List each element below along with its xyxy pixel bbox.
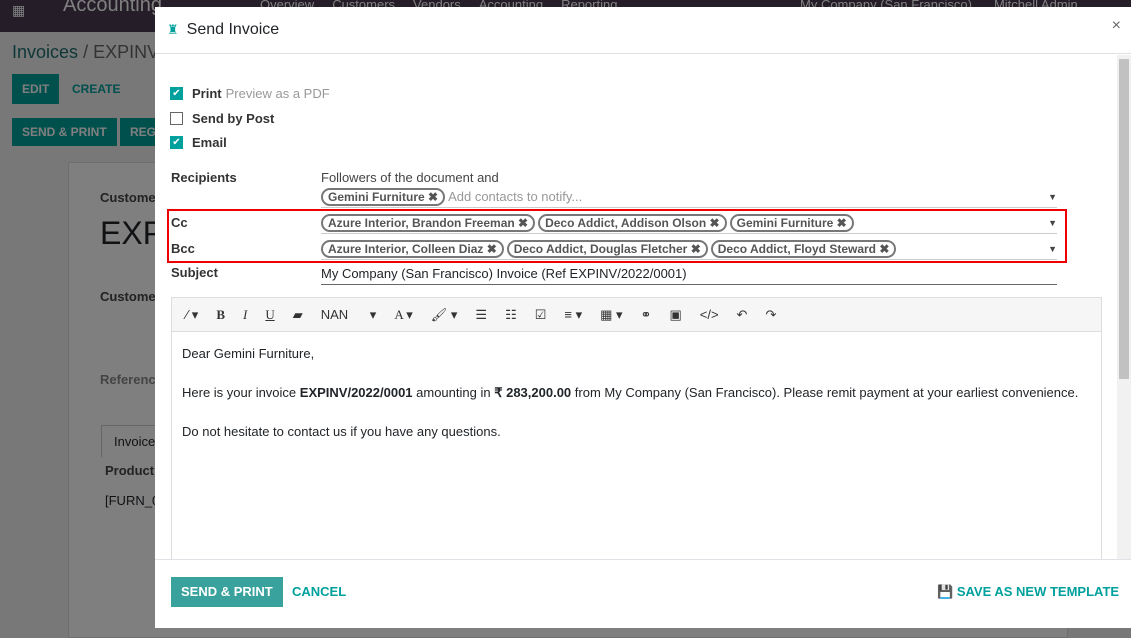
bold-icon[interactable]: B	[216, 307, 225, 323]
table-icon[interactable]: ▦ ▾	[600, 307, 622, 323]
send-invoice-dialog: ♜ Send Invoice × ✔ Print Preview as a PDF Se…	[155, 7, 1131, 628]
paintbrush-icon[interactable]: 🖌 ▾	[431, 307, 458, 323]
magic-wand-icon[interactable]: ⁄ ▾	[186, 307, 198, 323]
print-label: Print	[192, 86, 222, 101]
contact-paragraph: Do not hesitate to contact us if you hav…	[182, 424, 501, 439]
italic-icon[interactable]: I	[243, 307, 247, 323]
send-print-button[interactable]: SEND & PRINT	[171, 577, 283, 607]
eraser-icon[interactable]: ▰	[293, 307, 303, 323]
email-checkbox[interactable]: ✔	[170, 136, 183, 149]
invoice-paragraph: Here is your invoice EXPINV/2022/0001 am…	[182, 385, 1079, 400]
code-view-icon[interactable]: </>	[700, 307, 719, 322]
send-by-post-label: Send by Post	[192, 111, 275, 126]
greeting-text: Dear Gemini Furniture,	[182, 346, 315, 361]
recipients-field[interactable]: Gemini Furniture ✖ Add contacts to notify…	[321, 186, 1057, 208]
print-hint: Preview as a PDF	[225, 86, 330, 101]
email-body[interactable]: Dear Gemini Furniture, Here is your invo…	[172, 332, 1101, 473]
email-option[interactable]: ✔ Email	[170, 135, 227, 150]
underline-icon[interactable]: U	[265, 307, 274, 323]
cc-bcc-highlight	[167, 209, 1067, 263]
numbered-list-icon[interactable]: ☷	[505, 307, 517, 323]
recipients-text: Followers of the document and	[321, 170, 499, 185]
dialog-scrollbar[interactable]	[1117, 55, 1131, 559]
subject-input[interactable]: My Company (San Francisco) Invoice (Ref …	[321, 263, 1057, 285]
align-icon[interactable]: ≡ ▾	[564, 307, 582, 323]
print-checkbox[interactable]: ✔	[170, 87, 183, 100]
font-size-dropdown[interactable]: NAN ▾	[321, 307, 377, 323]
dialog-title: Send Invoice	[186, 21, 280, 38]
send-by-post-option[interactable]: Send by Post	[170, 111, 274, 126]
email-label: Email	[192, 135, 227, 150]
checklist-icon[interactable]: ☑	[535, 307, 547, 323]
dialog-footer: SEND & PRINT CANCEL 💾 SAVE AS NEW TEMPLA…	[155, 559, 1131, 628]
print-option[interactable]: ✔ Print Preview as a PDF	[170, 86, 330, 101]
recipients-placeholder[interactable]: Add contacts to notify...	[448, 189, 582, 204]
send-by-post-checkbox[interactable]	[170, 112, 183, 125]
dropdown-caret-icon[interactable]: ▼	[1048, 192, 1057, 202]
recipient-tag[interactable]: Gemini Furniture ✖	[321, 187, 446, 206]
subject-label: Subject	[171, 265, 218, 280]
save-template-button[interactable]: 💾 SAVE AS NEW TEMPLATE	[937, 577, 1119, 607]
bug-icon: ♜	[167, 22, 179, 37]
save-icon: 💾	[937, 584, 954, 599]
email-body-editor[interactable]: ⁄ ▾ B I U ▰ NAN ▾ A ▾ 🖌 ▾ ☰ ☷ ☑ ≡ ▾ ▦ ▾ …	[171, 297, 1102, 559]
link-icon[interactable]: ⚭	[641, 307, 652, 323]
image-icon[interactable]: ▣	[669, 307, 681, 323]
recipients-label: Recipients	[171, 170, 237, 185]
bullet-list-icon[interactable]: ☰	[475, 307, 487, 323]
font-color-icon[interactable]: A ▾	[394, 307, 412, 323]
cancel-button[interactable]: CANCEL	[292, 577, 346, 607]
undo-icon[interactable]: ↶	[737, 307, 748, 323]
close-icon[interactable]: ×	[1112, 17, 1121, 35]
editor-toolbar: ⁄ ▾ B I U ▰ NAN ▾ A ▾ 🖌 ▾ ☰ ☷ ☑ ≡ ▾ ▦ ▾ …	[172, 298, 1101, 332]
redo-icon[interactable]: ↷	[765, 307, 776, 323]
